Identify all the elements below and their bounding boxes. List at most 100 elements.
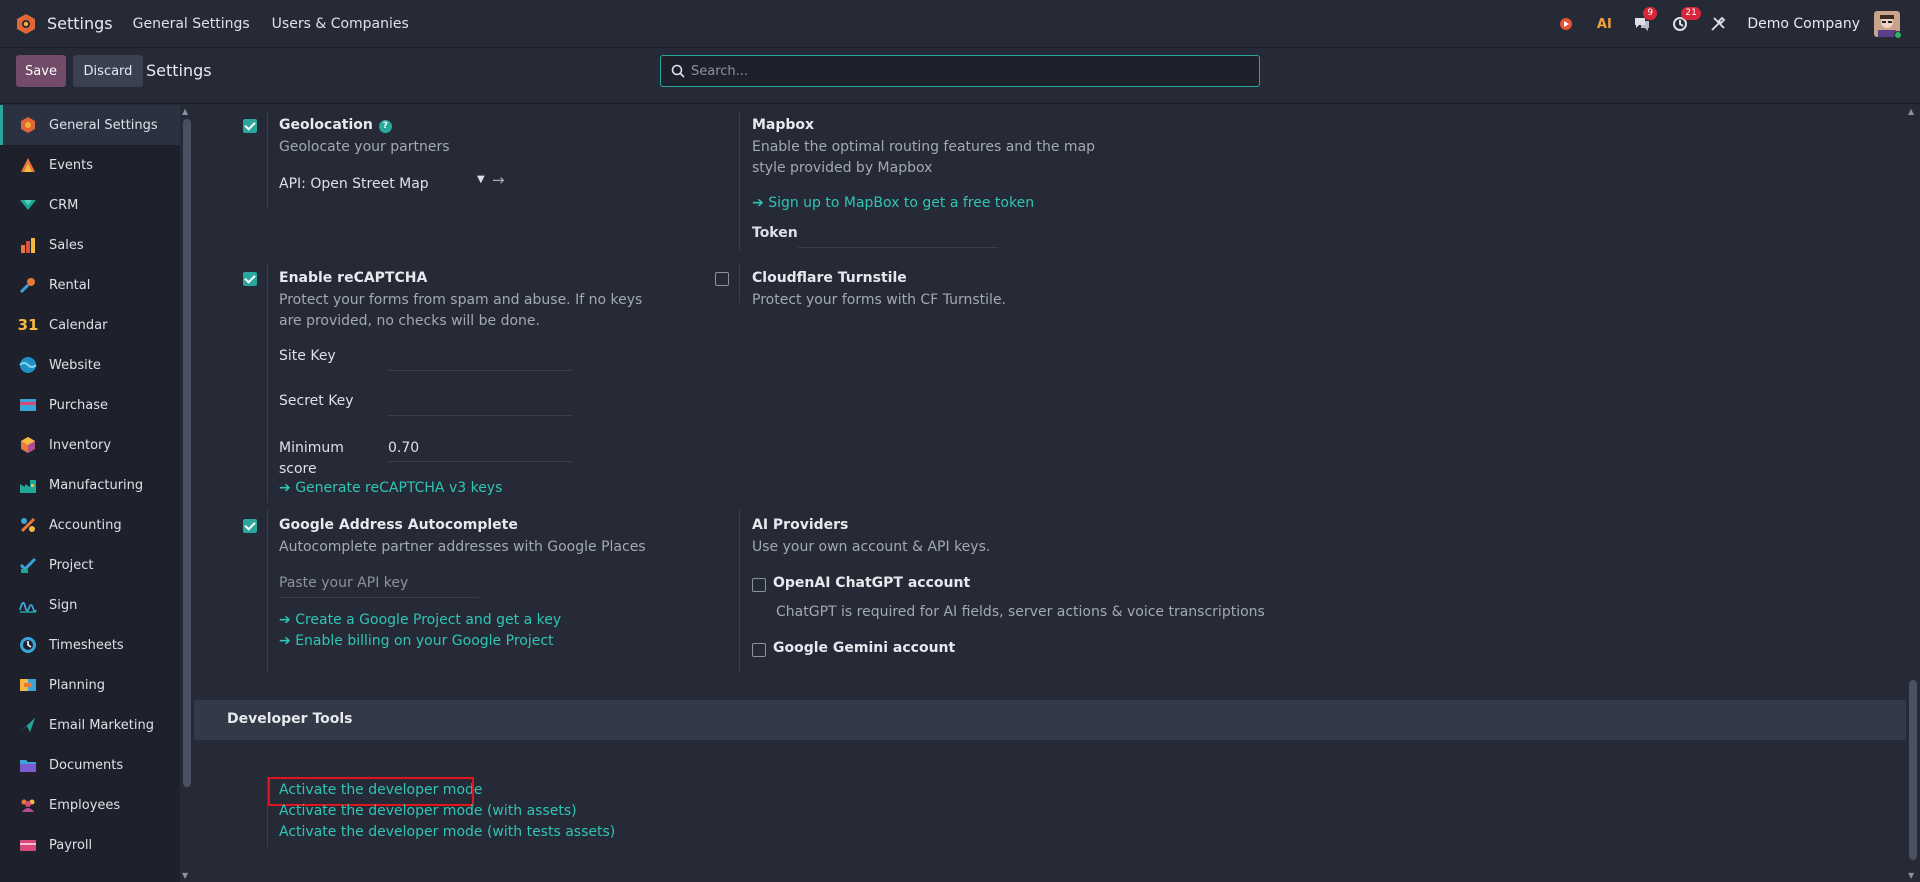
recaptcha-checkbox[interactable]: [243, 272, 257, 286]
geolocation-api-select[interactable]: API: Open Street Map: [279, 176, 429, 192]
general-settings-icon: [18, 115, 38, 135]
user-avatar[interactable]: [1874, 11, 1902, 39]
gemini-checkbox[interactable]: [752, 643, 766, 657]
sidebar-item-rental[interactable]: Rental: [0, 265, 180, 305]
mapbox-desc: Enable the optimal routing features and …: [752, 139, 1096, 176]
sidebar-scroll-thumb[interactable]: [183, 119, 191, 787]
purchase-icon: [18, 395, 38, 415]
odoo-logo-icon[interactable]: [15, 13, 37, 35]
secret-key-input[interactable]: [388, 415, 572, 416]
sidebar-item-label: CRM: [49, 197, 79, 213]
sidebar-item-label: Email Marketing: [49, 717, 154, 733]
sidebar-item-email-marketing[interactable]: Email Marketing: [0, 705, 180, 745]
sidebar-item-website[interactable]: Website: [0, 345, 180, 385]
ai-providers-title: AI Providers: [752, 517, 849, 533]
geolocation-checkbox[interactable]: [243, 119, 257, 133]
sidebar-item-timesheets[interactable]: Timesheets: [0, 625, 180, 665]
timesheets-icon: [18, 635, 38, 655]
sidebar-item-project[interactable]: Project: [0, 545, 180, 585]
sidebar-item-inventory[interactable]: Inventory: [0, 425, 180, 465]
messages-icon[interactable]: 9: [1633, 7, 1658, 33]
sidebar-item-label: Project: [49, 557, 94, 573]
manufacturing-icon: [18, 475, 38, 495]
sidebar-item-payroll[interactable]: Payroll: [0, 825, 180, 865]
activities-icon[interactable]: 21: [1671, 7, 1701, 33]
activate-developer-mode-tests-link[interactable]: Activate the developer mode (with tests …: [279, 824, 615, 840]
sidebar-item-general-settings[interactable]: General Settings: [0, 105, 180, 145]
ai-icon[interactable]: AI: [1595, 15, 1613, 33]
sidebar-item-label: Documents: [49, 757, 124, 773]
recaptcha-keys-link-text: Generate reCAPTCHA v3 keys: [295, 480, 503, 496]
mapbox-token-label: Token: [752, 225, 798, 241]
menu-general-settings[interactable]: General Settings: [133, 16, 250, 32]
sidebar-item-calendar[interactable]: 31 Calendar: [0, 305, 180, 345]
sidebar-item-documents[interactable]: Documents: [0, 745, 180, 785]
google-api-key-input[interactable]: Paste your API key: [279, 575, 408, 591]
sidebar-item-label: Timesheets: [49, 637, 124, 653]
chevron-down-icon[interactable]: ▼: [477, 174, 485, 185]
app-name[interactable]: Settings: [47, 14, 113, 33]
sidebar-item-label: General Settings: [49, 117, 158, 133]
openai-label[interactable]: OpenAI ChatGPT account: [773, 575, 970, 591]
record-icon[interactable]: [1557, 15, 1575, 33]
google-billing-link[interactable]: ➔ Enable billing on your Google Project: [279, 633, 554, 649]
divider: [267, 111, 268, 209]
sidebar-item-sales[interactable]: Sales: [0, 225, 180, 265]
sidebar-item-crm[interactable]: CRM: [0, 185, 180, 225]
scroll-down-arrow-icon[interactable]: ▼: [1908, 871, 1914, 880]
sidebar-item-sign[interactable]: Sign: [0, 585, 180, 625]
menu-users-companies[interactable]: Users & Companies: [272, 16, 409, 32]
sidebar-item-label: Calendar: [49, 317, 108, 333]
turnstile-checkbox[interactable]: [715, 272, 729, 286]
google-billing-link-text: Enable billing on your Google Project: [295, 633, 554, 649]
sidebar-item-label: Sign: [49, 597, 78, 613]
sidebar-item-employees[interactable]: Employees: [0, 785, 180, 825]
sidebar-item-purchase[interactable]: Purchase: [0, 385, 180, 425]
divider: [739, 510, 740, 672]
search-icon: [671, 64, 685, 78]
discard-button[interactable]: Discard: [73, 55, 143, 87]
arrow-right-icon[interactable]: →: [492, 171, 505, 189]
search-bar[interactable]: [660, 55, 1260, 87]
email-marketing-icon: [18, 715, 38, 735]
sidebar-item-manufacturing[interactable]: Manufacturing: [0, 465, 180, 505]
calendar-icon: 31: [17, 316, 39, 334]
sidebar-item-events[interactable]: Events: [0, 145, 180, 185]
sidebar-item-label: Inventory: [49, 437, 112, 453]
sidebar-scrollbar[interactable]: ▲ ▼: [180, 105, 194, 882]
min-score-input[interactable]: 0.70: [388, 440, 419, 456]
search-input[interactable]: [691, 63, 1231, 79]
scroll-up-arrow-icon[interactable]: ▲: [182, 107, 188, 116]
sidebar-item-accounting[interactable]: Accounting: [0, 505, 180, 545]
divider: [267, 510, 268, 672]
page-title: Settings: [146, 61, 212, 80]
highlight-box: [268, 777, 474, 806]
sidebar-item-planning[interactable]: Planning: [0, 665, 180, 705]
tools-icon[interactable]: [1709, 15, 1727, 33]
save-button[interactable]: Save: [16, 55, 66, 87]
developer-tools-header: Developer Tools: [194, 700, 1906, 740]
min-score-label: Minimum score: [279, 440, 344, 477]
turnstile-desc: Protect your forms with CF Turnstile.: [752, 292, 1007, 308]
activate-developer-mode-assets-link[interactable]: Activate the developer mode (with assets…: [279, 803, 577, 819]
mapbox-signup-link[interactable]: ➔ Sign up to MapBox to get a free token: [752, 195, 1034, 211]
recaptcha-keys-link[interactable]: ➔ Generate reCAPTCHA v3 keys: [279, 480, 502, 496]
site-key-input[interactable]: [388, 370, 572, 371]
help-icon[interactable]: ?: [378, 120, 392, 133]
mapbox-token-input[interactable]: [798, 247, 998, 248]
scroll-up-arrow-icon[interactable]: ▲: [1908, 107, 1914, 116]
recaptcha-desc: Protect your forms from spam and abuse. …: [279, 292, 643, 329]
gemini-label[interactable]: Google Gemini account: [773, 640, 955, 656]
google-project-link[interactable]: ➔ Create a Google Project and get a key: [279, 612, 561, 628]
content-scroll-thumb[interactable]: [1909, 680, 1917, 860]
geolocation-title: Geolocation?: [279, 117, 392, 133]
geolocation-title-text: Geolocation: [279, 117, 373, 133]
secret-key-label: Secret Key: [279, 393, 354, 409]
scroll-down-arrow-icon[interactable]: ▼: [182, 871, 188, 880]
company-switcher[interactable]: Demo Company: [1747, 16, 1860, 32]
google-autocomplete-checkbox[interactable]: [243, 519, 257, 533]
messages-badge: 9: [1643, 7, 1658, 20]
navbar-systray: AI 9 21 Demo Company: [1557, 0, 1920, 48]
openai-checkbox[interactable]: [752, 578, 766, 592]
content-scrollbar[interactable]: ▲ ▼: [1906, 105, 1920, 882]
